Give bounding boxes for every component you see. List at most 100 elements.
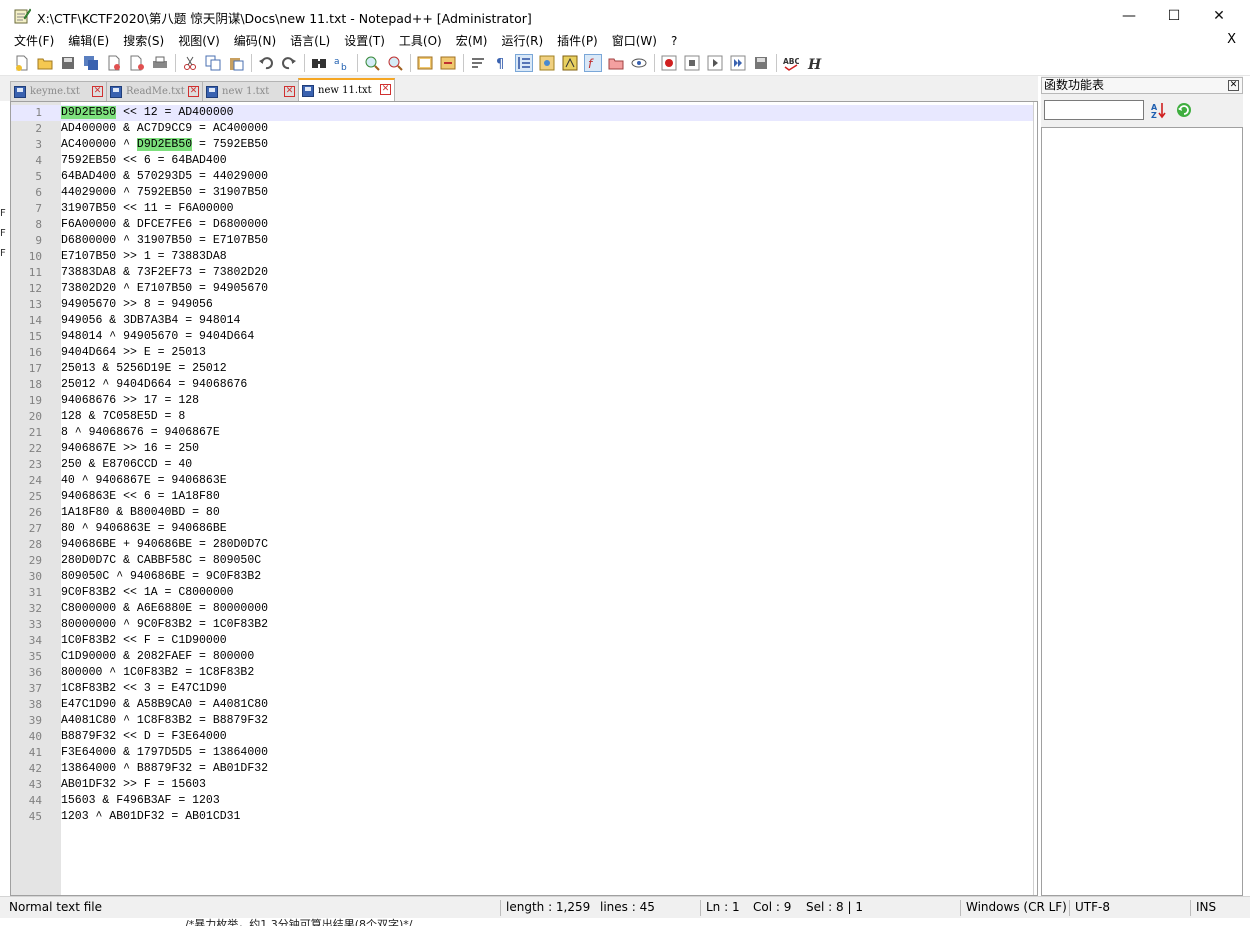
editor-line[interactable]: 26 1A18F80 & B80040BD = 80	[11, 505, 1033, 521]
tab-new-1[interactable]: new 1.txt ✕	[202, 81, 299, 101]
close-all-icon[interactable]	[129, 55, 145, 71]
folder-as-workspace-icon[interactable]	[608, 55, 624, 71]
editor-line[interactable]: 27 80 ^ 9406863E = 940686BE	[11, 521, 1033, 537]
editor-line[interactable]: 14 949056 & 3DB7A3B4 = 948014	[11, 313, 1033, 329]
editor-line[interactable]: 2 AD400000 & AC7D9CC9 = AC400000	[11, 121, 1033, 137]
editor-line[interactable]: 4 7592EB50 << 6 = 64BAD400	[11, 153, 1033, 169]
sync-vertical-icon[interactable]	[417, 55, 433, 71]
editor-line[interactable]: 19 94068676 >> 17 = 128	[11, 393, 1033, 409]
sort-az-icon[interactable]: A Z	[1150, 101, 1168, 119]
editor-line[interactable]: 38 E47C1D90 & A58B9CA0 = A4081C80	[11, 697, 1033, 713]
editor-line[interactable]: 40 B8879F32 << D = F3E64000	[11, 729, 1033, 745]
editor-line[interactable]: 8 F6A00000 & DFCE7FE6 = D6800000	[11, 217, 1033, 233]
menu-plugins[interactable]: 插件(P)	[550, 31, 605, 51]
menu-search[interactable]: 搜索(S)	[116, 31, 171, 51]
editor-line[interactable]: 37 1C8F83B2 << 3 = E47C1D90	[11, 681, 1033, 697]
new-file-icon[interactable]	[14, 55, 30, 71]
menu-encoding[interactable]: 编码(N)	[227, 31, 283, 51]
editor-line[interactable]: 17 25013 & 5256D19E = 25012	[11, 361, 1033, 377]
sync-horizontal-icon[interactable]	[440, 55, 456, 71]
function-search-input[interactable]	[1044, 100, 1144, 120]
editor-line[interactable]: 34 1C0F83B2 << F = C1D90000	[11, 633, 1033, 649]
record-macro-icon[interactable]	[661, 55, 677, 71]
save-icon[interactable]	[60, 55, 76, 71]
save-all-icon[interactable]	[83, 55, 99, 71]
editor-line[interactable]: 21 8 ^ 94068676 = 9406867E	[11, 425, 1033, 441]
text-editor[interactable]: 1 D9D2EB50 << 12 = AD400000 2 AD400000 & AC…	[10, 101, 1038, 896]
find-icon[interactable]	[311, 55, 327, 71]
tab-keyme[interactable]: keyme.txt ✕	[10, 81, 107, 101]
maximize-button[interactable]: ☐	[1151, 0, 1197, 31]
editor-line[interactable]: 12 73802D20 ^ E7107B50 = 94905670	[11, 281, 1033, 297]
editor-line[interactable]: 20 128 & 7C058E5D = 8	[11, 409, 1033, 425]
editor-line[interactable]: 42 13864000 ^ B8879F32 = AB01DF32	[11, 761, 1033, 777]
tab-close-icon[interactable]: ✕	[188, 86, 199, 97]
close-document-button[interactable]: X	[1227, 32, 1236, 47]
redo-icon[interactable]	[281, 55, 297, 71]
editor-line[interactable]: 43 AB01DF32 >> F = 15603	[11, 777, 1033, 793]
editor-line[interactable]: 22 9406867E >> 16 = 250	[11, 441, 1033, 457]
editor-line[interactable]: 5 64BAD400 & 570293D5 = 44029000	[11, 169, 1033, 185]
menu-language[interactable]: 语言(L)	[283, 31, 337, 51]
monitoring-eye-icon[interactable]	[631, 55, 647, 71]
open-file-icon[interactable]	[37, 55, 53, 71]
editor-line[interactable]: 7 31907B50 << 11 = F6A00000	[11, 201, 1033, 217]
tab-close-icon[interactable]: ✕	[284, 86, 295, 97]
editor-line[interactable]: 24 40 ^ 9406867E = 9406863E	[11, 473, 1033, 489]
editor-line[interactable]: 6 44029000 ^ 7592EB50 = 31907B50	[11, 185, 1033, 201]
editor-line[interactable]: 41 F3E64000 & 1797D5D5 = 13864000	[11, 745, 1033, 761]
editor-line[interactable]: 13 94905670 >> 8 = 949056	[11, 297, 1033, 313]
editor-line[interactable]: 31 9C0F83B2 << 1A = C8000000	[11, 585, 1033, 601]
spell-check-icon[interactable]: ABC	[783, 55, 799, 71]
user-language-icon[interactable]	[562, 55, 578, 71]
editor-line[interactable]: 25 9406863E << 6 = 1A18F80	[11, 489, 1033, 505]
editor-line[interactable]: 3 AC400000 ^ D9D2EB50 = 7592EB50	[11, 137, 1033, 153]
minimize-button[interactable]: —	[1106, 0, 1152, 31]
panel-close-icon[interactable]: ✕	[1228, 80, 1239, 91]
menu-run[interactable]: 运行(R)	[494, 31, 550, 51]
play-macro-icon[interactable]	[707, 55, 723, 71]
reload-icon[interactable]	[1175, 101, 1193, 119]
menu-macro[interactable]: 宏(M)	[449, 31, 495, 51]
zoom-out-icon[interactable]	[387, 55, 403, 71]
editor-line[interactable]: 9 D6800000 ^ 31907B50 = E7107B50	[11, 233, 1033, 249]
editor-line[interactable]: 28 940686BE + 940686BE = 280D0D7C	[11, 537, 1033, 553]
menu-help[interactable]: ?	[664, 31, 684, 51]
tab-close-icon[interactable]: ✕	[92, 86, 103, 97]
close-file-icon[interactable]	[106, 55, 122, 71]
editor-line[interactable]: 45 1203 ^ AB01DF32 = AB01CD31	[11, 809, 1033, 825]
editor-line[interactable]: 1 D9D2EB50 << 12 = AD400000	[11, 105, 1033, 121]
word-wrap-icon[interactable]	[470, 55, 486, 71]
editor-line[interactable]: 18 25012 ^ 9404D664 = 94068676	[11, 377, 1033, 393]
editor-line[interactable]: 10 E7107B50 >> 1 = 73883DA8	[11, 249, 1033, 265]
paste-icon[interactable]	[228, 55, 244, 71]
editor-line[interactable]: 23 250 & E8706CCD = 40	[11, 457, 1033, 473]
menu-settings[interactable]: 设置(T)	[337, 31, 392, 51]
editor-line[interactable]: 36 800000 ^ 1C0F83B2 = 1C8F83B2	[11, 665, 1033, 681]
editor-line[interactable]: 30 809050C ^ 940686BE = 9C0F83B2	[11, 569, 1033, 585]
replace-icon[interactable]: ab	[334, 55, 350, 71]
menu-file[interactable]: 文件(F)	[0, 31, 61, 51]
show-all-characters-icon[interactable]: ¶	[493, 55, 509, 71]
editor-line[interactable]: 39 A4081C80 ^ 1C8F83B2 = B8879F32	[11, 713, 1033, 729]
tab-readme[interactable]: ReadMe.txt ✕	[106, 81, 203, 101]
function-list-icon[interactable]: f	[584, 54, 602, 72]
copy-icon[interactable]	[205, 55, 221, 71]
function-list-tree[interactable]	[1041, 127, 1243, 896]
editor-line[interactable]: 15 948014 ^ 94905670 = 9404D664	[11, 329, 1033, 345]
menu-tools[interactable]: 工具(O)	[392, 31, 449, 51]
editor-line[interactable]: 35 C1D90000 & 2082FAEF = 800000	[11, 649, 1033, 665]
editor-line[interactable]: 11 73883DA8 & 73F2EF73 = 73802D20	[11, 265, 1033, 281]
document-map-icon[interactable]	[539, 55, 555, 71]
save-macro-icon[interactable]	[753, 55, 769, 71]
indent-guide-icon[interactable]	[515, 54, 533, 72]
zoom-in-icon[interactable]	[364, 55, 380, 71]
menu-view[interactable]: 视图(V)	[171, 31, 227, 51]
tab-new-11[interactable]: new 11.txt ✕	[298, 78, 395, 101]
print-icon[interactable]	[152, 55, 168, 71]
editor-line[interactable]: 33 80000000 ^ 9C0F83B2 = 1C0F83B2	[11, 617, 1033, 633]
menu-window[interactable]: 窗口(W)	[605, 31, 664, 51]
tab-close-icon[interactable]: ✕	[380, 84, 391, 95]
hex-editor-icon[interactable]: H	[806, 55, 822, 71]
close-window-button[interactable]: ✕	[1196, 0, 1242, 31]
